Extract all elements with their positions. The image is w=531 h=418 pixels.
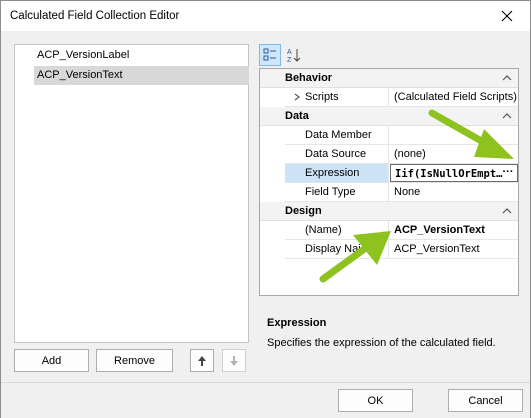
description-text: Specifies the expression of the calculat… [267,337,496,349]
close-button[interactable] [484,1,530,31]
svg-text:A: A [287,49,292,56]
remove-button[interactable]: Remove [96,349,173,372]
property-grid: Behavior Scripts (Calculated Field Scrip… [259,68,519,296]
expression-value: Iif(IsNullOrEmpt… [395,168,503,180]
property-value[interactable]: None [390,183,518,201]
arrow-down-icon [230,355,238,366]
property-name: Data Source [285,145,389,163]
property-value[interactable]: (Calculated Field Scripts) [390,88,518,106]
svg-text:Z: Z [287,57,292,63]
expression-editor[interactable]: Iif(IsNullOrEmpt… ··· [390,164,518,182]
property-value[interactable]: ACP_VersionText [390,221,518,239]
property-row-expression[interactable]: Expression Iif(IsNullOrEmpt… ··· [285,164,518,183]
add-button[interactable]: Add [14,349,89,372]
list-item[interactable]: ACP_VersionLabel [34,46,249,65]
property-grid-toolbar: A Z [259,44,519,68]
property-row-data-source[interactable]: Data Source (none) [285,145,518,164]
property-row-field-type[interactable]: Field Type None [285,183,518,202]
close-icon [501,10,513,22]
property-row-name[interactable]: (Name) ACP_VersionText [285,221,518,240]
chevron-up-icon[interactable] [502,73,512,83]
property-value[interactable] [390,126,518,144]
property-row-data-member[interactable]: Data Member [285,126,518,145]
sort-az-icon: A Z [287,49,301,63]
arrow-up-icon [198,355,206,366]
category-data[interactable]: Data [260,107,518,126]
property-row-display-name[interactable]: Display Nai ACP_VersionText [285,240,518,259]
property-name: Expression [285,164,389,182]
property-name: Data Member [285,126,389,144]
property-name: Display Nai [285,240,389,258]
property-name: (Name) [285,221,389,239]
ellipsis-button[interactable]: ··· [501,165,515,181]
category-behavior[interactable]: Behavior [260,69,518,88]
categorized-icon [263,48,276,61]
property-name: Field Type [285,183,389,201]
category-label: Data [285,110,309,122]
categorized-view-button[interactable] [259,44,281,66]
field-list[interactable]: ACP_VersionLabel ACP_VersionText [14,44,249,343]
dialog-window: Calculated Field Collection Editor ACP_V… [0,0,531,418]
list-item[interactable]: ACP_VersionText [34,66,249,85]
alphabetical-view-button[interactable]: A Z [283,44,305,66]
property-name: Scripts [285,88,389,106]
property-row-scripts[interactable]: Scripts (Calculated Field Scripts) [285,88,518,107]
property-value[interactable]: (none) [390,145,518,163]
title-bar: Calculated Field Collection Editor [1,1,530,31]
chevron-up-icon[interactable] [502,111,512,121]
move-up-button[interactable] [190,349,214,372]
category-label: Behavior [285,72,333,84]
move-down-button[interactable] [222,349,246,372]
window-title: Calculated Field Collection Editor [10,10,180,22]
ok-button[interactable]: OK [338,389,413,412]
property-value[interactable]: ACP_VersionText [390,240,518,258]
chevron-up-icon[interactable] [502,206,512,216]
description-title: Expression [267,317,327,329]
category-label: Design [285,205,322,217]
cancel-button[interactable]: Cancel [448,389,523,412]
category-design[interactable]: Design [260,202,518,221]
